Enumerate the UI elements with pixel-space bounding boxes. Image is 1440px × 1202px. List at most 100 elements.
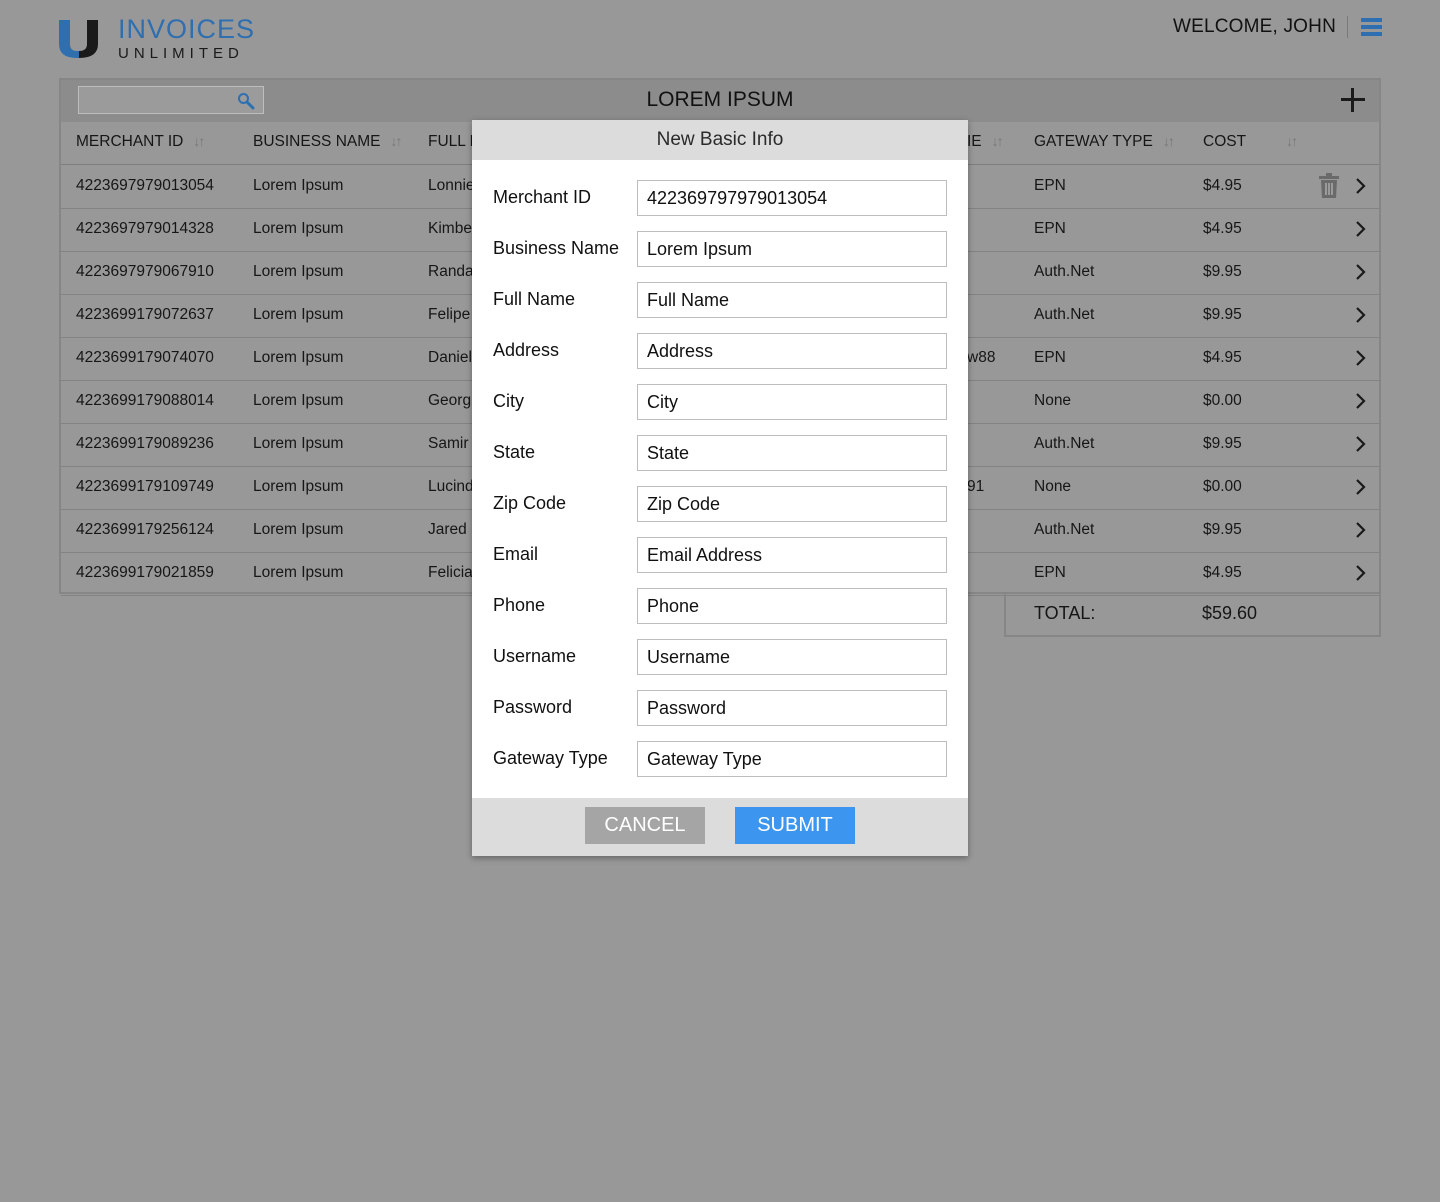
form-row: City [472, 384, 968, 420]
email-input[interactable] [637, 537, 947, 573]
brand-name-bottom: UNLIMITED [118, 45, 244, 62]
col-hidden[interactable]: IE ↓↑ [967, 133, 1004, 151]
dialog-footer: CANCEL SUBMIT [472, 798, 968, 856]
field-label: State [493, 442, 536, 462]
cost-cell: $9.95 [1203, 306, 1242, 323]
cost-cell: $4.95 [1203, 177, 1242, 194]
form-row: Merchant ID [472, 180, 968, 216]
business-name-cell: Lorem Ipsum [253, 564, 344, 581]
chevron-right-icon[interactable] [1353, 178, 1369, 194]
cost-cell: $9.95 [1203, 435, 1242, 452]
merchant-id-cell: 4223699179021859 [76, 564, 214, 581]
field-label: Username [493, 646, 577, 666]
logo-u-icon [59, 19, 98, 58]
zip-code-input[interactable] [637, 486, 947, 522]
sort-icon[interactable]: ↓↑ [390, 133, 402, 149]
chevron-right-icon[interactable] [1353, 522, 1369, 538]
business-name-input[interactable] [637, 231, 947, 267]
total-value: $59.60 [1202, 603, 1258, 623]
gateway-type-cell: Auth.Net [1034, 306, 1095, 323]
hamburger-menu-icon[interactable] [1361, 18, 1382, 36]
cost-cell: $9.95 [1203, 263, 1242, 280]
gateway-type-input[interactable] [637, 741, 947, 777]
field-label: Business Name [493, 238, 620, 258]
full-name-input[interactable] [637, 282, 947, 318]
dialog-title: New Basic Info [472, 120, 968, 160]
phone-input[interactable] [637, 588, 947, 624]
gateway-type-cell: EPN [1034, 349, 1066, 366]
chevron-right-icon[interactable] [1353, 565, 1369, 581]
sort-icon[interactable]: ↓↑ [992, 133, 1004, 149]
field-label: Full Name [493, 289, 576, 309]
username-input[interactable] [637, 639, 947, 675]
field-label: Password [493, 697, 573, 717]
sort-icon[interactable]: ↓↑ [1163, 133, 1175, 149]
add-icon[interactable] [1341, 88, 1365, 112]
merchant-id-cell: 4223699179088014 [76, 392, 214, 409]
col-gateway-type[interactable]: GATEWAY TYPE ↓↑ [1034, 133, 1175, 151]
merchant-id-input[interactable] [637, 180, 947, 216]
form-row: Username [472, 639, 968, 675]
sort-icon[interactable]: ↓↑ [193, 133, 205, 149]
brand-logo[interactable]: INVOICES UNLIMITED [58, 16, 255, 61]
chevron-right-icon[interactable] [1353, 264, 1369, 280]
form-row: Phone [472, 588, 968, 624]
full-name-cell: Samir [428, 435, 469, 452]
gateway-type-cell: EPN [1034, 177, 1066, 194]
password-input[interactable] [637, 690, 947, 726]
gateway-type-cell: EPN [1034, 220, 1066, 237]
merchant-id-cell: 4223699179109749 [76, 478, 214, 495]
panel-toolbar: LOREM IPSUM [61, 80, 1379, 122]
full-name-cell: Randa [428, 263, 474, 280]
gateway-type-cell: None [1034, 392, 1072, 409]
merchant-id-cell: 4223697979014328 [76, 220, 214, 237]
col-business-name[interactable]: BUSINESS NAME ↓↑ [253, 133, 402, 151]
trash-icon[interactable] [1317, 173, 1341, 199]
chevron-right-icon[interactable] [1353, 436, 1369, 452]
cost-cell: $0.00 [1203, 392, 1242, 409]
full-name-cell: Georg [428, 392, 472, 409]
business-name-cell: Lorem Ipsum [253, 392, 344, 409]
full-name-cell: Lucind [428, 478, 474, 495]
chevron-right-icon[interactable] [1353, 393, 1369, 409]
city-input[interactable] [637, 384, 947, 420]
form-row: Full Name [472, 282, 968, 318]
business-name-cell: Lorem Ipsum [253, 478, 344, 495]
welcome-text: WELCOME, JOHN [1172, 16, 1336, 37]
col-merchant-id[interactable]: MERCHANT ID ↓↑ [76, 133, 205, 151]
hidden-cell: w88 [967, 349, 996, 366]
cost-cell: $9.95 [1203, 521, 1242, 538]
merchant-id-cell: 4223699179072637 [76, 306, 214, 323]
address-input[interactable] [637, 333, 947, 369]
merchant-id-cell: 4223697979067910 [76, 263, 214, 280]
brand-name-top: INVOICES [118, 14, 256, 44]
form-row: Zip Code [472, 486, 968, 522]
col-cost[interactable]: COST ↓↑ [1203, 133, 1298, 151]
cost-cell: $0.00 [1203, 478, 1242, 495]
chevron-right-icon[interactable] [1353, 350, 1369, 366]
business-name-cell: Lorem Ipsum [253, 220, 344, 237]
gateway-type-cell: Auth.Net [1034, 263, 1095, 280]
submit-button[interactable]: SUBMIT [735, 807, 855, 844]
totals-row: TOTAL: $59.60 [1004, 592, 1381, 637]
field-label: Zip Code [493, 493, 567, 513]
chevron-right-icon[interactable] [1353, 479, 1369, 495]
full-name-cell: Lonnie [428, 177, 475, 194]
hidden-cell: 91 [967, 478, 985, 495]
state-input[interactable] [637, 435, 947, 471]
total-label: TOTAL: [1034, 603, 1096, 623]
chevron-right-icon[interactable] [1353, 307, 1369, 323]
gateway-type-cell: None [1034, 478, 1072, 495]
cost-cell: $4.95 [1203, 349, 1242, 366]
business-name-cell: Lorem Ipsum [253, 263, 344, 280]
merchant-id-cell: 4223699179074070 [76, 349, 214, 366]
sort-icon[interactable]: ↓↑ [1286, 133, 1298, 149]
form-row: Gateway Type [472, 741, 968, 777]
field-label: City [493, 391, 524, 411]
panel-title: LOREM IPSUM [646, 88, 794, 111]
cancel-button[interactable]: CANCEL [585, 807, 705, 844]
chevron-right-icon[interactable] [1353, 221, 1369, 237]
form-row: State [472, 435, 968, 471]
full-name-cell: Kimbe [428, 220, 472, 237]
merchant-id-cell: 4223699179256124 [76, 521, 214, 538]
